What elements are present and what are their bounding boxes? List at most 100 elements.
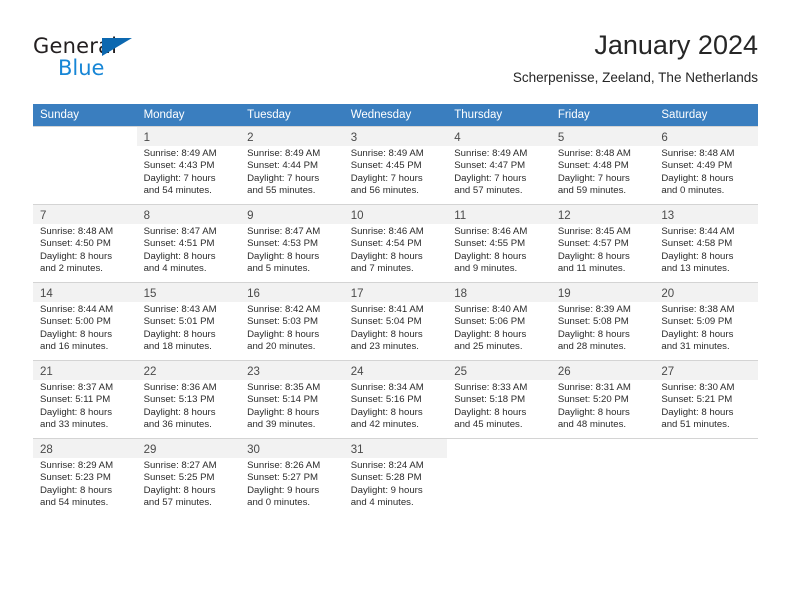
day-number: 5	[557, 132, 565, 144]
sunset-text: Sunset: 5:14 PM	[247, 394, 319, 406]
calendar-day[interactable]: 3 Sunrise: 8:49 AM Sunset: 4:45 PM Daylight…	[343, 126, 448, 204]
weekday-header-monday: Monday	[136, 104, 241, 126]
calendar-day[interactable]: 24 Sunrise: 8:34 AM Sunset: 5:16 PM Dayligh…	[343, 360, 448, 438]
day-number-bar: 29	[136, 439, 241, 458]
daylight-text-line2: and 59 minutes.	[557, 185, 627, 197]
calendar-day[interactable]: 5 Sunrise: 8:48 AM Sunset: 4:48 PM Daylight…	[550, 126, 655, 204]
calendar-day[interactable]: 14 Sunrise: 8:44 AM Sunset: 5:00 PM Dayligh…	[33, 282, 137, 360]
weekday-header-wednesday: Wednesday	[343, 104, 448, 126]
calendar-day[interactable]: 12 Sunrise: 8:45 AM Sunset: 4:57 PM Dayligh…	[550, 204, 655, 282]
day-number-bar: 26	[550, 361, 655, 380]
sunset-text: Sunset: 5:04 PM	[350, 316, 422, 328]
day-details: Sunrise: 8:49 AM Sunset: 4:45 PM Daylight:…	[344, 146, 448, 198]
sunrise-text: Sunrise: 8:33 AM	[454, 382, 528, 393]
daylight-text-line2: and 7 minutes.	[350, 263, 414, 275]
day-details: Sunrise: 8:33 AM Sunset: 5:18 PM Daylight:…	[447, 380, 551, 432]
calendar-day[interactable]: 11 Sunrise: 8:46 AM Sunset: 4:55 PM Dayligh…	[447, 204, 551, 282]
calendar-day-empty	[33, 126, 137, 204]
sunset-text: Sunset: 4:43 PM	[143, 160, 215, 172]
day-number-bar: 15	[136, 283, 241, 302]
calendar-cell: 26 Sunrise: 8:31 AM Sunset: 5:20 PM Dayligh…	[550, 360, 655, 438]
calendar-day[interactable]: 29 Sunrise: 8:27 AM Sunset: 5:25 PM Dayligh…	[136, 438, 241, 516]
calendar-day[interactable]: 26 Sunrise: 8:31 AM Sunset: 5:20 PM Dayligh…	[550, 360, 655, 438]
sunrise-text: Sunrise: 8:31 AM	[557, 382, 631, 393]
daylight-text-line2: and 36 minutes.	[143, 419, 212, 431]
calendar-day[interactable]: 20 Sunrise: 8:38 AM Sunset: 5:09 PM Dayligh…	[654, 282, 758, 360]
daylight-text-line2: and 11 minutes.	[557, 263, 626, 275]
daylight-text-line2: and 2 minutes.	[40, 263, 103, 275]
daylight-text-line1: Daylight: 8 hours	[247, 406, 320, 418]
calendar-cell	[550, 438, 655, 516]
day-details: Sunrise: 8:30 AM Sunset: 5:21 PM Daylight:…	[654, 380, 758, 432]
calendar-day[interactable]: 16 Sunrise: 8:42 AM Sunset: 5:03 PM Dayligh…	[240, 282, 344, 360]
sunrise-text: Sunrise: 8:49 AM	[143, 148, 217, 159]
day-details: Sunrise: 8:37 AM Sunset: 5:11 PM Daylight:…	[33, 380, 137, 432]
daylight-text-line2: and 23 minutes.	[350, 341, 419, 353]
calendar-day[interactable]: 1 Sunrise: 8:49 AM Sunset: 4:43 PM Daylight…	[136, 126, 241, 204]
sunset-text: Sunset: 5:21 PM	[661, 394, 733, 406]
day-number: 15	[143, 288, 157, 300]
calendar-day[interactable]: 15 Sunrise: 8:43 AM Sunset: 5:01 PM Dayligh…	[136, 282, 241, 360]
calendar-cell: 12 Sunrise: 8:45 AM Sunset: 4:57 PM Dayligh…	[550, 204, 655, 282]
calendar-day[interactable]: 21 Sunrise: 8:37 AM Sunset: 5:11 PM Dayligh…	[33, 360, 137, 438]
page-header: General Blue January 2024 Scherpenisse, …	[33, 28, 758, 98]
day-number-bar: 21	[33, 361, 137, 380]
calendar-day[interactable]: 8 Sunrise: 8:47 AM Sunset: 4:51 PM Daylight…	[136, 204, 241, 282]
day-number: 22	[143, 366, 157, 378]
day-number: 9	[247, 210, 254, 222]
day-number: 3	[350, 132, 358, 144]
calendar-cell: 14 Sunrise: 8:44 AM Sunset: 5:00 PM Dayligh…	[33, 282, 137, 360]
sunset-text: Sunset: 4:55 PM	[454, 238, 526, 250]
daylight-text-line2: and 33 minutes.	[40, 419, 109, 431]
sunrise-text: Sunrise: 8:40 AM	[454, 304, 528, 315]
daylight-text-line2: and 25 minutes.	[454, 341, 523, 353]
calendar-day[interactable]: 27 Sunrise: 8:30 AM Sunset: 5:21 PM Dayligh…	[654, 360, 758, 438]
day-number-bar: 17	[343, 283, 448, 302]
daylight-text-line1: Daylight: 8 hours	[143, 484, 216, 496]
daylight-text-line1: Daylight: 8 hours	[661, 406, 734, 418]
calendar-day[interactable]: 30 Sunrise: 8:26 AM Sunset: 5:27 PM Dayligh…	[240, 438, 344, 516]
calendar-day[interactable]: 17 Sunrise: 8:41 AM Sunset: 5:04 PM Dayligh…	[343, 282, 448, 360]
daylight-text-line2: and 31 minutes.	[661, 341, 730, 353]
calendar-day[interactable]: 23 Sunrise: 8:35 AM Sunset: 5:14 PM Dayligh…	[240, 360, 344, 438]
day-details: Sunrise: 8:29 AM Sunset: 5:23 PM Daylight:…	[33, 458, 137, 510]
day-details: Sunrise: 8:44 AM Sunset: 5:00 PM Daylight:…	[33, 302, 137, 354]
calendar-cell: 5 Sunrise: 8:48 AM Sunset: 4:48 PM Daylight…	[550, 126, 655, 204]
calendar-day[interactable]: 7 Sunrise: 8:48 AM Sunset: 4:50 PM Daylight…	[33, 204, 137, 282]
calendar-day[interactable]: 10 Sunrise: 8:46 AM Sunset: 4:54 PM Dayligh…	[343, 204, 448, 282]
calendar-day[interactable]: 6 Sunrise: 8:48 AM Sunset: 4:49 PM Daylight…	[654, 126, 758, 204]
day-number: 12	[557, 210, 571, 222]
sunset-text: Sunset: 4:47 PM	[454, 160, 526, 172]
calendar-day[interactable]: 31 Sunrise: 8:24 AM Sunset: 5:28 PM Dayligh…	[343, 438, 448, 516]
day-details: Sunrise: 8:42 AM Sunset: 5:03 PM Daylight:…	[240, 302, 344, 354]
day-number: 7	[40, 210, 47, 222]
logo-triangle-icon	[102, 38, 132, 56]
calendar-day[interactable]: 25 Sunrise: 8:33 AM Sunset: 5:18 PM Dayligh…	[447, 360, 551, 438]
day-details: Sunrise: 8:46 AM Sunset: 4:55 PM Daylight:…	[447, 224, 551, 276]
calendar-day[interactable]: 4 Sunrise: 8:49 AM Sunset: 4:47 PM Daylight…	[447, 126, 551, 204]
day-number-bar: 19	[550, 283, 655, 302]
calendar-day[interactable]: 2 Sunrise: 8:49 AM Sunset: 4:44 PM Daylight…	[240, 126, 344, 204]
day-details: Sunrise: 8:24 AM Sunset: 5:28 PM Daylight:…	[344, 458, 448, 510]
calendar-day[interactable]: 28 Sunrise: 8:29 AM Sunset: 5:23 PM Dayligh…	[33, 438, 137, 516]
general-blue-logo[interactable]: General Blue	[33, 34, 183, 88]
day-number: 25	[454, 366, 468, 378]
day-details: Sunrise: 8:47 AM Sunset: 4:51 PM Daylight:…	[137, 224, 241, 276]
calendar-day[interactable]: 22 Sunrise: 8:36 AM Sunset: 5:13 PM Dayligh…	[136, 360, 241, 438]
daylight-text-line2: and 13 minutes.	[661, 263, 730, 275]
calendar-day[interactable]: 9 Sunrise: 8:47 AM Sunset: 4:53 PM Daylight…	[240, 204, 344, 282]
calendar-day[interactable]: 13 Sunrise: 8:44 AM Sunset: 4:58 PM Dayligh…	[654, 204, 758, 282]
sunrise-text: Sunrise: 8:44 AM	[661, 226, 735, 237]
calendar-cell: 28 Sunrise: 8:29 AM Sunset: 5:23 PM Dayligh…	[33, 438, 137, 516]
calendar-cell: 6 Sunrise: 8:48 AM Sunset: 4:49 PM Daylight…	[654, 126, 758, 204]
calendar-day[interactable]: 18 Sunrise: 8:40 AM Sunset: 5:06 PM Dayligh…	[447, 282, 551, 360]
sunrise-text: Sunrise: 8:49 AM	[247, 148, 321, 159]
day-details: Sunrise: 8:34 AM Sunset: 5:16 PM Daylight:…	[344, 380, 448, 432]
sunrise-text: Sunrise: 8:48 AM	[661, 148, 735, 159]
sunset-text: Sunset: 5:25 PM	[143, 472, 215, 484]
calendar-day[interactable]: 19 Sunrise: 8:39 AM Sunset: 5:08 PM Dayligh…	[550, 282, 655, 360]
calendar-cell: 1 Sunrise: 8:49 AM Sunset: 4:43 PM Daylight…	[136, 126, 241, 204]
calendar-week-row: 7 Sunrise: 8:48 AM Sunset: 4:50 PM Daylight…	[33, 204, 758, 282]
calendar-cell: 2 Sunrise: 8:49 AM Sunset: 4:44 PM Daylight…	[240, 126, 344, 204]
day-number-bar: 28	[33, 439, 137, 458]
